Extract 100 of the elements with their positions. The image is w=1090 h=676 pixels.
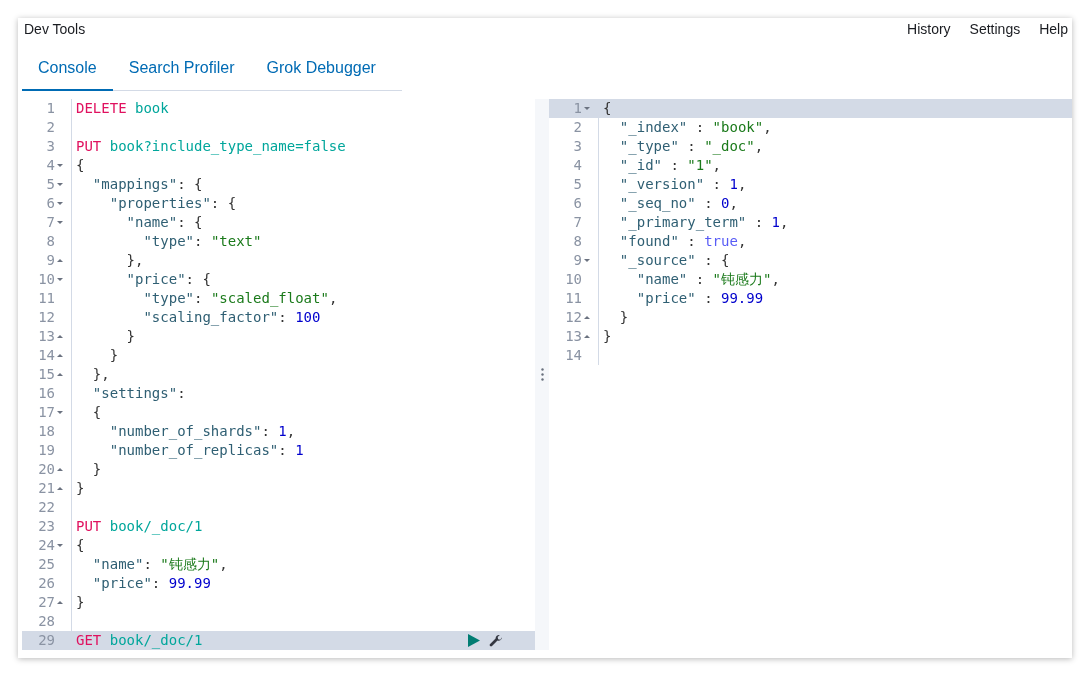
- line-number: 1: [573, 99, 582, 118]
- tab[interactable]: Grok Debugger: [250, 49, 392, 91]
- fold-caret-up-icon[interactable]: [57, 466, 63, 473]
- code-line: "properties": {: [108, 194, 237, 213]
- fold-caret-up-icon[interactable]: [57, 599, 63, 606]
- code-line: {: [75, 156, 85, 175]
- line-number: 28: [38, 612, 55, 631]
- fold-caret-down-icon[interactable]: [584, 257, 590, 264]
- line-number: 9: [573, 251, 582, 270]
- code-line: "found" : true,: [618, 232, 747, 251]
- fold-caret-up-icon[interactable]: [584, 314, 590, 321]
- line-number: 20: [38, 460, 55, 479]
- fold-caret-down-icon[interactable]: [57, 162, 63, 169]
- line-number: 1: [46, 99, 55, 118]
- code-line: "settings":: [91, 384, 186, 403]
- line-number: 4: [46, 156, 55, 175]
- code-line: }: [125, 327, 135, 346]
- line-number: 19: [38, 441, 55, 460]
- line-number: 6: [573, 194, 582, 213]
- code-line: }: [91, 460, 102, 479]
- code-line: },: [91, 365, 110, 384]
- line-number: 12: [565, 308, 582, 327]
- app-title: Dev Tools: [24, 21, 86, 37]
- line-number: 4: [573, 156, 582, 175]
- code-line: "_source" : {: [618, 251, 730, 270]
- code-line: "_type" : "_doc",: [618, 137, 764, 156]
- code-line: "name": "钝感力",: [91, 555, 228, 574]
- code-line: "name" : "钝感力",: [635, 270, 780, 289]
- line-number: 3: [573, 137, 582, 156]
- line-number: 18: [38, 422, 55, 441]
- code-line: "number_of_shards": 1,: [108, 422, 296, 441]
- code-line: "_primary_term" : 1,: [618, 213, 789, 232]
- line-number: 11: [38, 289, 55, 308]
- menu-link[interactable]: History: [907, 21, 951, 37]
- line-number: 22: [38, 498, 55, 517]
- fold-caret-down-icon[interactable]: [57, 181, 63, 188]
- code-line: "type": "text": [142, 232, 262, 251]
- line-number: 27: [38, 593, 55, 612]
- line-number: 24: [38, 536, 55, 555]
- code-line: }: [108, 346, 119, 365]
- code-line: "_id" : "1",: [618, 156, 722, 175]
- wrench-icon[interactable]: [489, 633, 503, 648]
- line-number: 13: [38, 327, 55, 346]
- fold-caret-down-icon[interactable]: [584, 105, 590, 112]
- line-number: 21: [38, 479, 55, 498]
- line-number: 10: [565, 270, 582, 289]
- fold-caret-up-icon[interactable]: [57, 485, 63, 492]
- code-line: "type": "scaled_float",: [142, 289, 338, 308]
- line-number: 7: [46, 213, 55, 232]
- line-number: 14: [38, 346, 55, 365]
- line-number: 23: [38, 517, 55, 536]
- line-number: 14: [565, 346, 582, 365]
- code-line: },: [125, 251, 144, 270]
- resize-handle-icon[interactable]: [540, 368, 544, 381]
- line-number: 12: [38, 308, 55, 327]
- line-number: 29: [38, 631, 55, 650]
- fold-caret-up-icon[interactable]: [57, 333, 63, 340]
- line-number: 6: [46, 194, 55, 213]
- line-number: 7: [573, 213, 582, 232]
- code-line: {: [602, 99, 612, 118]
- line-number: 25: [38, 555, 55, 574]
- line-number: 3: [46, 137, 55, 156]
- line-number: 26: [38, 574, 55, 593]
- code-line: {: [91, 403, 102, 422]
- fold-caret-down-icon[interactable]: [57, 409, 63, 416]
- fold-caret-down-icon[interactable]: [57, 276, 63, 283]
- fold-caret-up-icon[interactable]: [57, 352, 63, 359]
- fold-caret-up-icon[interactable]: [584, 333, 590, 340]
- code-line: "scaling_factor": 100: [142, 308, 321, 327]
- menu-link[interactable]: Help: [1039, 21, 1068, 37]
- code-line: {: [75, 536, 85, 555]
- line-number: 11: [565, 289, 582, 308]
- code-line: PUT book/_doc/1: [75, 517, 203, 536]
- fold-caret-down-icon[interactable]: [57, 219, 63, 226]
- line-number: 16: [38, 384, 55, 403]
- fold-caret-down-icon[interactable]: [57, 200, 63, 207]
- code-line: "_seq_no" : 0,: [618, 194, 738, 213]
- line-number: 13: [565, 327, 582, 346]
- fold-caret-up-icon[interactable]: [57, 371, 63, 378]
- tab[interactable]: Console: [22, 49, 113, 91]
- line-number: 5: [46, 175, 55, 194]
- line-number: 17: [38, 403, 55, 422]
- code-line: DELETE book: [75, 99, 169, 118]
- code-line: }: [618, 308, 629, 327]
- code-line: "mappings": {: [91, 175, 203, 194]
- tab[interactable]: Search Profiler: [112, 49, 251, 91]
- line-number: 2: [573, 118, 582, 137]
- code-line: "number_of_replicas": 1: [108, 441, 304, 460]
- code-line: "_index" : "book",: [618, 118, 772, 137]
- line-number: 8: [573, 232, 582, 251]
- fold-caret-down-icon[interactable]: [57, 542, 63, 549]
- code-line: PUT book?include_type_name=false: [75, 137, 346, 156]
- code-line: }: [75, 479, 85, 498]
- play-icon[interactable]: [468, 634, 480, 647]
- fold-caret-up-icon[interactable]: [57, 257, 63, 264]
- code-line: "price" : 99.99: [635, 289, 764, 308]
- code-line: }: [75, 593, 85, 612]
- menu-link[interactable]: Settings: [969, 21, 1021, 37]
- line-number: 5: [573, 175, 582, 194]
- code-line: "price": {: [125, 270, 211, 289]
